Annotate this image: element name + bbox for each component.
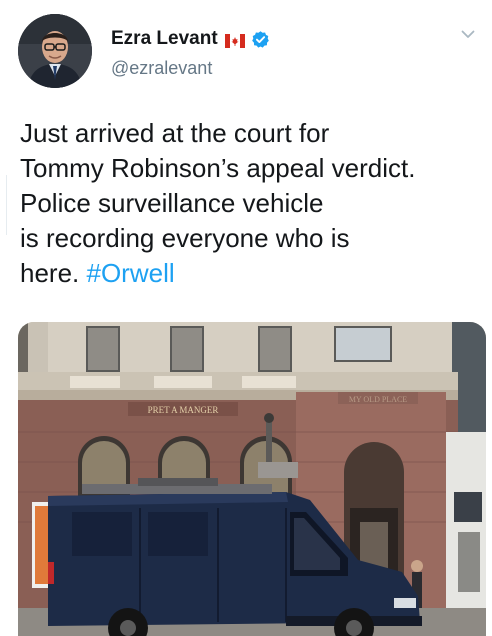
tweet-text-line: is recording everyone who is [20, 223, 350, 253]
author-name-text[interactable]: Ezra Levant [111, 28, 218, 50]
canada-flag-icon [224, 32, 245, 48]
tweet-text-line: here. #Orwell [20, 256, 480, 291]
tweet-text-line: Tommy Robinson’s appeal verdict. [20, 153, 416, 183]
verified-badge-icon [251, 30, 270, 49]
chevron-down-icon[interactable] [460, 26, 476, 42]
avatar[interactable] [18, 14, 92, 88]
hashtag-link[interactable]: #Orwell [87, 258, 175, 288]
tweet-text-line: Just arrived at the court for [20, 118, 330, 148]
shop-sign: PRET A MANGER [148, 405, 219, 415]
tweet-photo[interactable]: PRET A MANGER MY OLD PLACE [18, 322, 486, 636]
tweet-text-line: Police surveillance vehicle [20, 188, 324, 218]
tweet-text: Just arrived at the court for Tommy Robi… [20, 116, 480, 291]
building-sign: MY OLD PLACE [349, 395, 407, 404]
author-handle[interactable]: @ezralevant [111, 58, 212, 79]
author-display-name[interactable]: Ezra Levant [111, 28, 270, 50]
tweet-card: Ezra Levant @ezralevant Just arrived at … [0, 0, 492, 636]
tweet-text-last: here. [20, 258, 80, 288]
divider [0, 175, 7, 235]
